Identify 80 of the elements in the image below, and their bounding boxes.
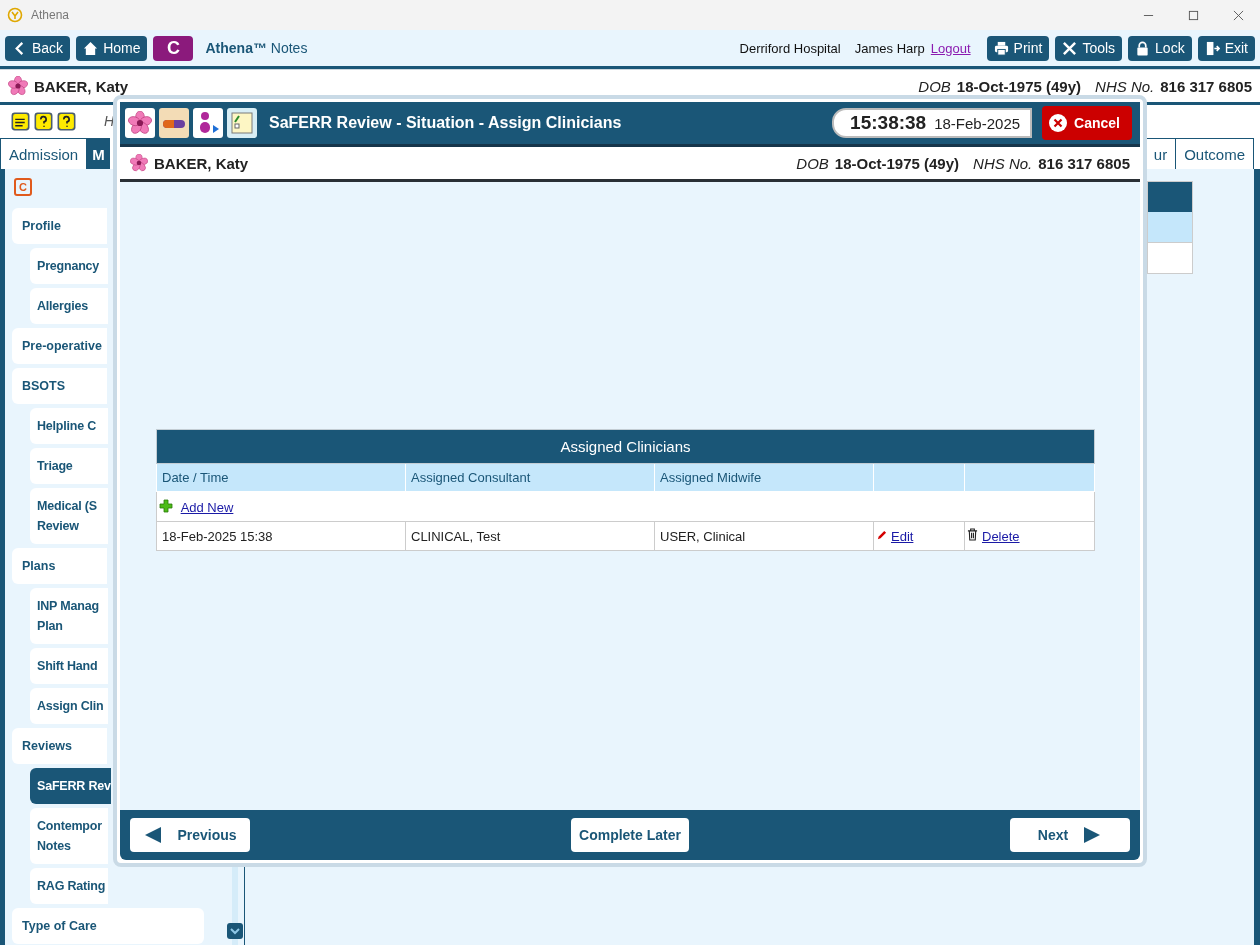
sidebar-item[interactable]: Pregnancy bbox=[30, 248, 108, 284]
sidebar-item[interactable]: Plans bbox=[12, 548, 107, 584]
tab[interactable]: Outcome bbox=[1175, 138, 1254, 169]
edit-link[interactable]: Edit bbox=[891, 528, 914, 544]
close-icon[interactable] bbox=[1233, 9, 1244, 21]
dob-value: 18-Oct-1975 (49y) bbox=[956, 77, 1082, 95]
plus-icon bbox=[159, 498, 173, 513]
house-icon bbox=[83, 40, 99, 56]
lock-button[interactable]: Lock bbox=[1128, 35, 1192, 61]
sidebar-item[interactable]: Shift Hand bbox=[30, 648, 108, 684]
sidebar-item[interactable]: SaFERR Rev bbox=[30, 768, 111, 804]
column-header: Assigned Consultant bbox=[405, 463, 655, 492]
back-button[interactable]: Back bbox=[5, 35, 71, 61]
patient-name: BAKER, Katy bbox=[34, 77, 129, 95]
close-icon bbox=[1048, 113, 1069, 133]
sidebar-item[interactable]: Helpline C bbox=[30, 408, 108, 444]
triangle-left-icon bbox=[143, 827, 164, 843]
nhs-label: NHS No. bbox=[973, 154, 1033, 172]
sidebar-item[interactable]: Triage bbox=[30, 448, 108, 484]
sidebar-item[interactable]: Profile bbox=[12, 208, 107, 244]
window-title: Athena bbox=[31, 8, 70, 22]
clinical-badge: C bbox=[14, 178, 32, 196]
flower-icon bbox=[130, 154, 148, 172]
previous-button[interactable]: Previous bbox=[130, 818, 250, 852]
print-button[interactable]: Print bbox=[986, 35, 1050, 61]
help-icon[interactable] bbox=[34, 111, 53, 131]
tools-button[interactable]: Tools bbox=[1055, 35, 1123, 61]
notepad-icon[interactable] bbox=[227, 108, 257, 138]
app-name: Athena™ Notes bbox=[205, 40, 308, 56]
sidebar-item[interactable]: BSOTS bbox=[12, 368, 107, 404]
nhs-value: 816 317 6805 bbox=[1160, 77, 1252, 95]
sidebar-item[interactable]: Type of Care bbox=[12, 908, 204, 944]
dob-value: 18-Oct-1975 (49y) bbox=[834, 154, 960, 172]
hospital-name: Derriford Hospital bbox=[739, 40, 841, 56]
dob-label: DOB bbox=[796, 154, 829, 172]
sidebar-item[interactable]: Allergies bbox=[30, 288, 108, 324]
patient-name: BAKER, Katy bbox=[154, 154, 249, 172]
trash-icon bbox=[967, 528, 978, 541]
complete-later-button[interactable]: Complete Later bbox=[571, 818, 689, 852]
app-logo-icon bbox=[7, 7, 23, 23]
user-name: James Harp bbox=[854, 40, 925, 56]
column-header: Date / Time bbox=[156, 463, 406, 492]
tab[interactable]: Admission bbox=[0, 138, 88, 169]
cancel-button[interactable]: Cancel bbox=[1042, 106, 1132, 140]
logout-link[interactable]: Logout bbox=[930, 40, 971, 56]
lock-icon bbox=[1135, 40, 1151, 56]
maximize-icon[interactable] bbox=[1188, 9, 1199, 21]
clinical-button[interactable]: C bbox=[153, 35, 194, 61]
help-icon[interactable] bbox=[57, 111, 76, 131]
table-title: Assigned Clinicians bbox=[156, 429, 1095, 464]
exit-icon bbox=[1204, 40, 1220, 56]
table-cell: USER, Clinical bbox=[654, 521, 874, 551]
column-header: Assigned Midwife bbox=[654, 463, 874, 492]
time-text: 15:38:38 bbox=[850, 112, 927, 134]
date-text: 18-Feb-2025 bbox=[934, 114, 1021, 132]
sidebar-item[interactable]: Contempor Notes bbox=[30, 808, 108, 864]
sidebar-item[interactable]: Reviews bbox=[12, 728, 107, 764]
scroll-down-icon[interactable] bbox=[227, 923, 243, 939]
table-cell: 18-Feb-2025 15:38 bbox=[156, 521, 406, 551]
sidebar-item[interactable]: RAG Rating bbox=[30, 868, 108, 904]
capsule-icon[interactable] bbox=[159, 108, 189, 138]
sidebar-item[interactable]: INP Manag Plan bbox=[30, 588, 108, 644]
table-cell: CLINICAL, Test bbox=[405, 521, 655, 551]
sidebar-item[interactable]: Assign Clin bbox=[30, 688, 108, 724]
exit-button[interactable]: Exit bbox=[1197, 35, 1255, 61]
add-new-link[interactable]: Add New bbox=[180, 499, 234, 515]
printer-icon bbox=[993, 40, 1009, 56]
next-button[interactable]: Next bbox=[1010, 818, 1130, 852]
flower-icon bbox=[125, 108, 155, 138]
sidebar-item[interactable]: Pre-operative bbox=[12, 328, 107, 364]
flower-icon bbox=[8, 76, 28, 96]
nhs-value: 816 317 6805 bbox=[1038, 154, 1130, 172]
delete-link[interactable]: Delete bbox=[982, 529, 1020, 544]
sidebar-item[interactable]: Medical (S Review bbox=[30, 488, 108, 544]
nhs-label: NHS No. bbox=[1095, 77, 1155, 95]
dob-label: DOB bbox=[918, 77, 951, 95]
tab[interactable]: M bbox=[87, 138, 110, 169]
pencil-icon bbox=[876, 529, 887, 541]
home-button[interactable]: Home bbox=[76, 35, 148, 61]
modal-title: SaFERR Review - Situation - Assign Clinicians bbox=[269, 114, 622, 132]
